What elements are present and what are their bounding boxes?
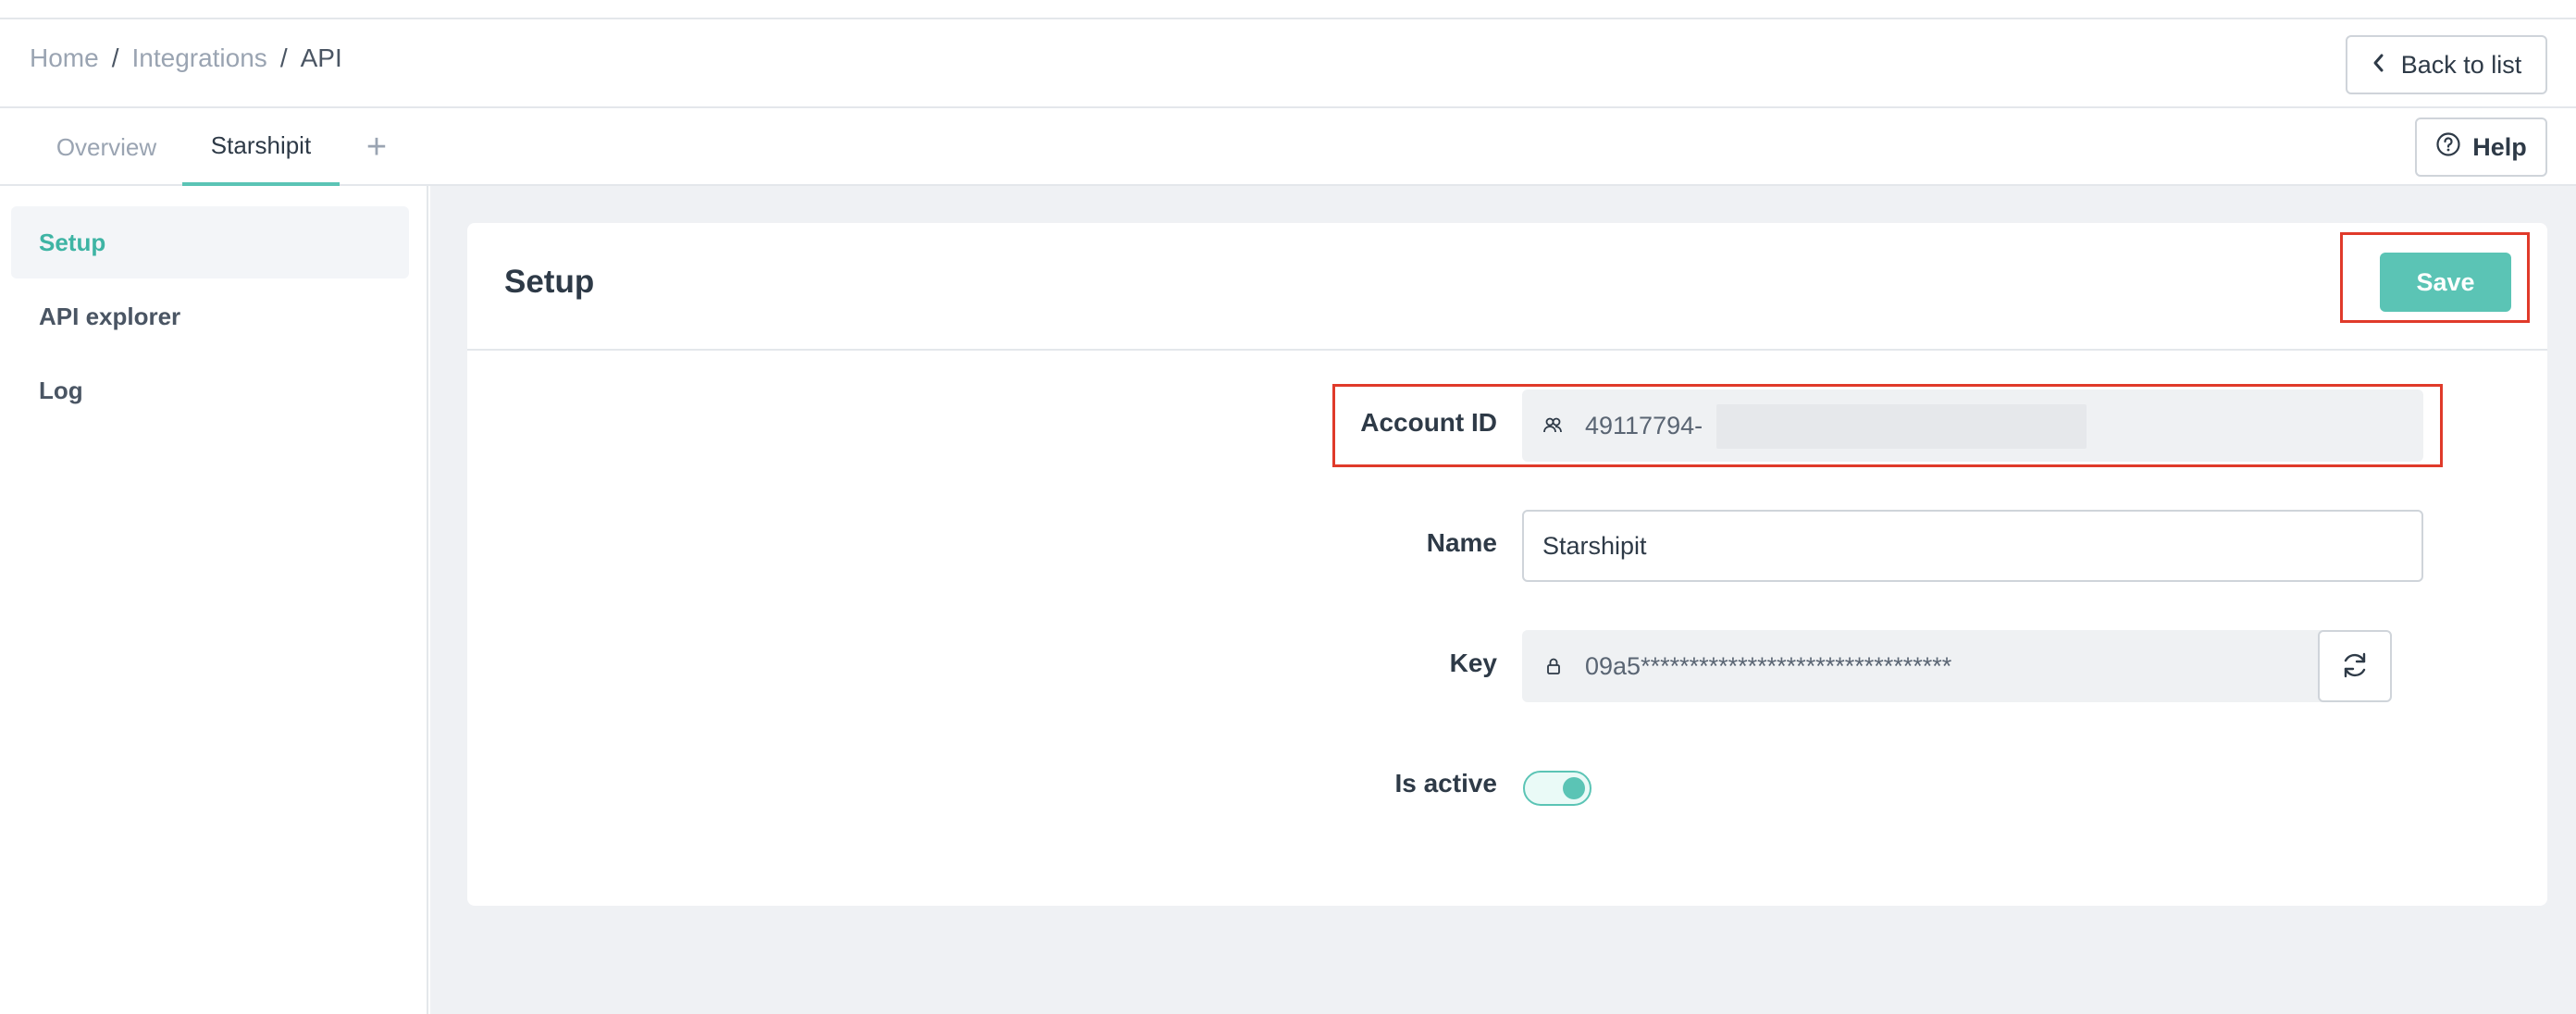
back-to-list-label: Back to list — [2400, 50, 2522, 79]
redacted-block — [1716, 404, 2087, 449]
name-label: Name — [1426, 528, 1497, 557]
breadcrumb-current: API — [300, 43, 342, 72]
tab-starshipit[interactable]: Starshipit — [182, 108, 340, 186]
tab-bar: Overview Starshipit + Help — [0, 108, 2576, 186]
lock-icon — [1522, 656, 1585, 676]
regenerate-key-button[interactable] — [2318, 630, 2392, 702]
help-label: Help — [2472, 132, 2527, 161]
sidebar-item-api-explorer[interactable]: API explorer — [11, 280, 409, 352]
refresh-icon — [2339, 649, 2371, 684]
tab-overview[interactable]: Overview — [28, 108, 185, 186]
key-field: 09a5******************************** — [1522, 630, 2341, 702]
key-label: Key — [1449, 649, 1497, 677]
users-icon — [1522, 416, 1585, 435]
save-button[interactable]: Save — [2380, 253, 2511, 312]
account-id-label: Account ID — [1360, 408, 1497, 437]
breadcrumb-integrations[interactable]: Integrations — [131, 43, 266, 73]
card-header: Setup Save — [467, 223, 2547, 351]
breadcrumb: Home / Integrations / API — [30, 43, 342, 73]
key-value: 09a5******************************** — [1585, 651, 1952, 680]
card-title: Setup — [504, 264, 595, 300]
sidebar-item-setup[interactable]: Setup — [11, 206, 409, 278]
is-active-toggle[interactable] — [1523, 771, 1591, 806]
main-content: Setup Save Account ID 49117794- Name Key… — [430, 186, 2576, 1014]
page-header: Home / Integrations / API Back to list — [0, 19, 2576, 108]
toggle-knob — [1563, 777, 1585, 799]
breadcrumb-separator: / — [111, 43, 119, 72]
add-tab-button[interactable]: + — [353, 108, 400, 186]
account-id-value: 49117794- — [1585, 411, 1703, 439]
back-to-list-button[interactable]: Back to list — [2346, 35, 2547, 94]
breadcrumb-home[interactable]: Home — [30, 43, 99, 73]
setup-card: Setup Save Account ID 49117794- Name Key… — [467, 223, 2547, 906]
account-id-field: 49117794- — [1522, 390, 2423, 462]
top-strip — [0, 0, 2576, 19]
sidebar: Setup API explorer Log — [0, 186, 428, 1014]
is-active-label: Is active — [1394, 769, 1497, 798]
help-button[interactable]: Help — [2415, 117, 2547, 177]
chevron-left-icon — [2372, 51, 2386, 80]
breadcrumb-separator: / — [279, 43, 288, 72]
question-circle-icon — [2435, 131, 2461, 164]
sidebar-item-log[interactable]: Log — [11, 354, 409, 427]
name-input[interactable] — [1522, 510, 2423, 582]
